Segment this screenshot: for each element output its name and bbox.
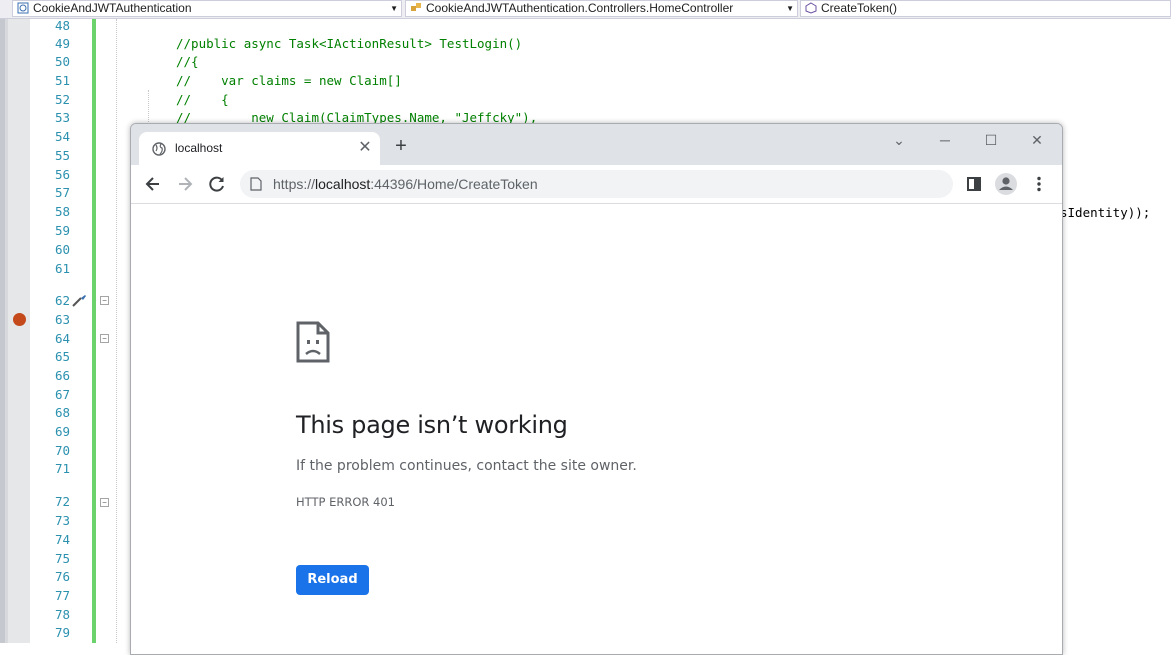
address-bar[interactable]: https://localhost:44396/Home/CreateToken [240,170,953,198]
code-line: // { [176,92,229,107]
new-tab-button[interactable]: + [389,134,413,158]
line-number: 55 [54,148,70,163]
line-number: 77 [54,588,70,603]
error-description: If the problem continues, contact the si… [296,458,637,474]
browser-window: localhost ✕ + ⌄ ─ ☐ ✕ https://localhost:… [130,123,1063,655]
line-number: 71 [54,461,70,476]
line-number: 63 [54,312,70,327]
member-name: CreateToken() [821,1,898,15]
sad-page-icon [296,321,330,363]
line-number: 72 [54,494,70,509]
back-arrow-icon[interactable] [140,171,166,197]
line-number: 54 [54,129,70,144]
close-window-button[interactable]: ✕ [1021,128,1053,152]
indent-guide [116,19,117,643]
forward-arrow-icon[interactable] [172,171,198,197]
line-number: 64 [54,331,70,346]
line-number: 67 [54,387,70,402]
breakpoint-icon[interactable] [13,313,26,326]
line-number: 73 [54,513,70,528]
line-number: 59 [54,223,70,238]
line-number: 74 [54,532,70,547]
tab-title: localhost [175,141,223,155]
side-panel-icon[interactable] [962,172,986,196]
collapse-icon[interactable]: − [100,498,109,507]
tab-strip: localhost ✕ + ⌄ ─ ☐ ✕ [131,124,1062,165]
code-line: //{ [176,54,199,69]
reload-button[interactable]: Reload [296,565,369,595]
line-number: 57 [54,185,70,200]
browser-tab[interactable]: localhost ✕ [139,132,380,165]
vs-navigation-bar: CookieAndJWTAuthentication ▼ CookieAndJW… [0,0,1171,19]
page-icon [250,177,262,191]
line-number: 61 [54,261,70,276]
collapse-icon[interactable]: − [100,296,109,305]
more-menu-icon[interactable] [1027,172,1051,196]
error-page: This page isn’t working If the problem c… [131,204,1062,654]
editor-margin [0,19,30,643]
tab-close-icon[interactable]: ✕ [354,137,376,159]
line-number: 76 [54,569,70,584]
line-number: 70 [54,443,70,458]
line-number: 78 [54,607,70,622]
minimize-button[interactable]: ─ [929,128,961,152]
quick-action-brush-icon[interactable] [71,294,87,308]
line-number: 50 [54,54,70,69]
url-text: https://localhost:44396/Home/CreateToken [273,176,538,192]
class-icon [411,3,421,11]
error-code: HTTP ERROR 401 [296,495,395,509]
globe-icon [152,142,166,156]
line-number: 79 [54,625,70,640]
line-number: 62 [54,293,70,308]
code-line: //public async Task<IActionResult> TestL… [176,36,523,51]
refresh-icon[interactable] [204,171,230,197]
line-number: 69 [54,424,70,439]
browser-toolbar: https://localhost:44396/Home/CreateToken [131,165,1062,204]
line-number: 75 [54,551,70,566]
line-number: 58 [54,204,70,219]
code-fragment: sIdentity)); [1060,205,1151,220]
line-number: 60 [54,242,70,257]
line-number: 68 [54,405,70,420]
collapse-icon[interactable]: − [100,334,109,343]
line-number: 48 [54,18,70,33]
change-indicator-bar [92,19,96,643]
chevron-down-icon: ▼ [786,4,794,13]
line-number: 49 [54,36,70,51]
line-number: 52 [54,92,70,107]
project-name: CookieAndJWTAuthentication [33,1,192,15]
method-icon [805,2,817,14]
csharp-project-icon [17,2,29,14]
error-title: This page isn’t working [296,411,568,439]
tab-search-icon[interactable]: ⌄ [883,128,915,152]
profile-avatar-icon[interactable] [994,172,1018,196]
code-line: // var claims = new Claim[] [176,73,402,88]
line-number: 51 [54,73,70,88]
line-number: 53 [54,110,70,125]
class-dropdown[interactable]: CookieAndJWTAuthentication.Controllers.H… [405,0,798,17]
maximize-button[interactable]: ☐ [975,128,1007,152]
line-number: 56 [54,167,70,182]
project-dropdown[interactable]: CookieAndJWTAuthentication ▼ [12,0,402,17]
member-dropdown[interactable]: CreateToken() [800,0,1171,17]
line-number: 66 [54,368,70,383]
class-name: CookieAndJWTAuthentication.Controllers.H… [426,1,734,15]
chevron-down-icon: ▼ [390,4,398,13]
line-number: 65 [54,349,70,364]
